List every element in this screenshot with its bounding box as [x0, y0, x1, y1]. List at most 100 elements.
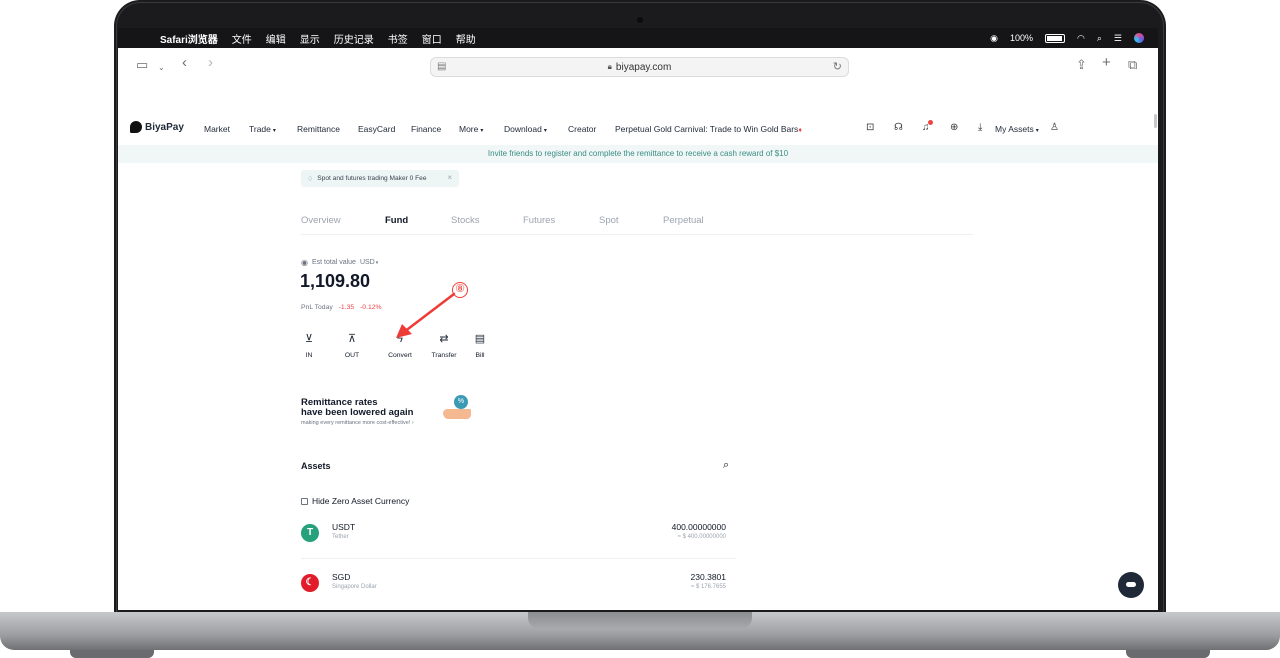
currency-selector[interactable]: USD▾ [360, 259, 378, 266]
pnl-percent: -0.12% [360, 304, 382, 311]
chevron-down-icon: ▾ [272, 128, 276, 134]
withdraw-icon: ⊼ [347, 333, 357, 345]
nav-promo[interactable]: Perpetual Gold Carnival: Trade to Win Go… [615, 124, 802, 134]
safari-toolbar: ▭ ⌄ ‹ › ▤ 🔒︎ biyapay.com ↻ ⇪ + ⧉ [118, 48, 1158, 84]
nav-remittance[interactable]: Remittance [297, 124, 340, 134]
remittance-promo-banner[interactable]: Remittance rates have been lowered again… [301, 395, 476, 428]
site-navigation: BiyaPay Market Trade ▾ Remittance EasyCar… [118, 118, 1158, 140]
currency-label: USD [359, 259, 375, 266]
action-convert-label: Convert [388, 352, 412, 359]
menu-window[interactable]: 窗口 [422, 31, 442, 46]
user-avatar-icon[interactable]: ♙ [1050, 122, 1059, 133]
screen: Safari浏览器 文件 编辑 显示 历史记录 书签 窗口 帮助 ◉ 100% … [118, 28, 1158, 610]
wifi-icon[interactable]: ◠ [1077, 33, 1085, 44]
tab-overview-icon[interactable]: ⧉ [1128, 57, 1137, 73]
nav-my-assets-label: My Assets [995, 124, 1034, 134]
action-transfer-label: Transfer [431, 352, 457, 359]
close-icon[interactable]: × [447, 173, 452, 182]
hide-zero-checkbox[interactable]: Hide Zero Asset Currency [301, 496, 409, 506]
asset-tabs: Overview Fund Stocks Futures Spot Perpet… [301, 213, 973, 235]
tab-stocks[interactable]: Stocks [451, 215, 480, 226]
bell-icon: ♢ [307, 175, 314, 183]
nav-finance[interactable]: Finance [411, 124, 441, 134]
asset-name: Singapore Dollar [332, 584, 377, 590]
hide-zero-label: Hide Zero Asset Currency [312, 496, 410, 506]
action-in-label: IN [305, 352, 313, 359]
chat-support-button[interactable] [1118, 572, 1144, 598]
assets-title: Assets [301, 461, 331, 471]
menu-history[interactable]: 历史记录 [334, 31, 374, 46]
address-bar[interactable]: ▤ 🔒︎ biyapay.com ↻ [430, 57, 849, 77]
download-icon[interactable]: ⤓ [978, 122, 982, 133]
notification-bell-icon[interactable]: ♫ [922, 120, 933, 133]
menu-app-name[interactable]: Safari浏览器 [160, 31, 218, 46]
nav-my-assets[interactable]: My Assets ▾ [995, 124, 1039, 134]
status-area: ◉ 100% ◠ ⌕ ☰ [990, 28, 1158, 48]
nav-trade[interactable]: Trade ▾ [249, 124, 276, 134]
total-value: 1,109.80 [300, 271, 371, 291]
globe-icon[interactable]: ⊕ [950, 122, 958, 133]
page-menu-icon[interactable]: ▤ [437, 61, 446, 72]
fee-notice-text: Spot and futures trading Maker 0 Fee [317, 175, 427, 182]
checkbox-box[interactable] [301, 497, 308, 505]
fire-icon: ♦ [798, 127, 802, 134]
camera [637, 17, 643, 23]
laptop-foot-right [1126, 650, 1210, 658]
siri-icon[interactable] [1134, 33, 1144, 43]
chevron-down-icon[interactable]: ⌄ [158, 60, 165, 76]
action-bill-label: Bill [475, 352, 485, 359]
brand-logo[interactable]: BiyaPay [130, 121, 184, 133]
asset-usd-value: ≈ $ 400.00000000 [677, 534, 726, 540]
pnl-label: PnL Today [301, 304, 333, 311]
lock-icon: 🔒︎ [607, 62, 612, 71]
eye-icon[interactable]: ◉ [301, 258, 308, 267]
lock-icon[interactable]: ⊡ [866, 122, 874, 133]
action-out-label: OUT [344, 352, 360, 359]
spotlight-search-icon[interactable]: ⌕ [1097, 33, 1102, 44]
reload-icon[interactable]: ↻ [833, 60, 842, 73]
menu-view[interactable]: 显示 [300, 31, 320, 46]
chevron-down-icon: ▾ [1035, 128, 1039, 134]
asset-row-sgd[interactable]: ☾ SGD Singapore Dollar 230.3801 ≈ $ 176.… [301, 569, 736, 609]
tab-fund[interactable]: Fund [385, 215, 408, 226]
asset-usd-value: ≈ $ 176.7655 [691, 584, 726, 590]
brand-logo-icon [130, 121, 142, 133]
tab-futures[interactable]: Futures [523, 215, 555, 226]
menu-edit[interactable]: 编辑 [266, 31, 286, 46]
forward-icon[interactable]: › [208, 55, 213, 71]
nav-download[interactable]: Download ▾ [504, 124, 547, 134]
battery-icon[interactable] [1045, 33, 1066, 43]
chevron-down-icon: ▾ [480, 128, 484, 134]
percent-badge-icon: % [454, 395, 468, 409]
menu-bookmarks[interactable]: 书签 [388, 31, 408, 46]
search-icon[interactable]: ⌕ [723, 459, 729, 472]
url-text: biyapay.com [615, 61, 672, 73]
tab-spot[interactable]: Spot [599, 215, 619, 226]
action-in-button[interactable]: ⊻ IN [291, 332, 327, 359]
asset-symbol: SGD [332, 572, 351, 582]
tab-overview[interactable]: Overview [301, 215, 341, 226]
invite-banner[interactable]: Invite friends to register and complete … [118, 145, 1158, 163]
control-center-icon[interactable]: ☰ [1114, 33, 1122, 44]
share-icon[interactable]: ⇪ [1076, 57, 1087, 73]
nav-more[interactable]: More ▾ [459, 124, 483, 134]
action-out-button[interactable]: ⊼ OUT [334, 332, 370, 359]
nav-creator[interactable]: Creator [568, 124, 596, 134]
chevron-down-icon: ▾ [543, 128, 547, 134]
back-icon[interactable]: ‹ [182, 55, 187, 71]
asset-amount: 400.00000000 [671, 522, 726, 532]
est-total-value-label: ◉ Est total value USD▾ [301, 258, 378, 267]
laptop-foot-left [70, 650, 154, 658]
new-tab-icon[interactable]: + [1102, 55, 1111, 71]
asset-row-usdt[interactable]: T USDT Tether 400.00000000 ≈ $ 400.00000… [301, 519, 736, 559]
tab-perpetual[interactable]: Perpetual [663, 215, 704, 226]
fee-notice[interactable]: ♢ Spot and futures trading Maker 0 Fee × [301, 170, 459, 187]
user-icon[interactable]: ◉ [990, 33, 998, 44]
nav-easycard[interactable]: EasyCard [358, 124, 395, 134]
menu-file[interactable]: 文件 [232, 31, 252, 46]
sidebar-toggle-icon[interactable]: ▭ [136, 57, 148, 73]
chevron-down-icon: ▾ [375, 260, 379, 266]
menu-help[interactable]: 帮助 [456, 31, 476, 46]
nav-market[interactable]: Market [204, 124, 230, 134]
support-headset-icon[interactable]: ☊ [894, 122, 903, 133]
